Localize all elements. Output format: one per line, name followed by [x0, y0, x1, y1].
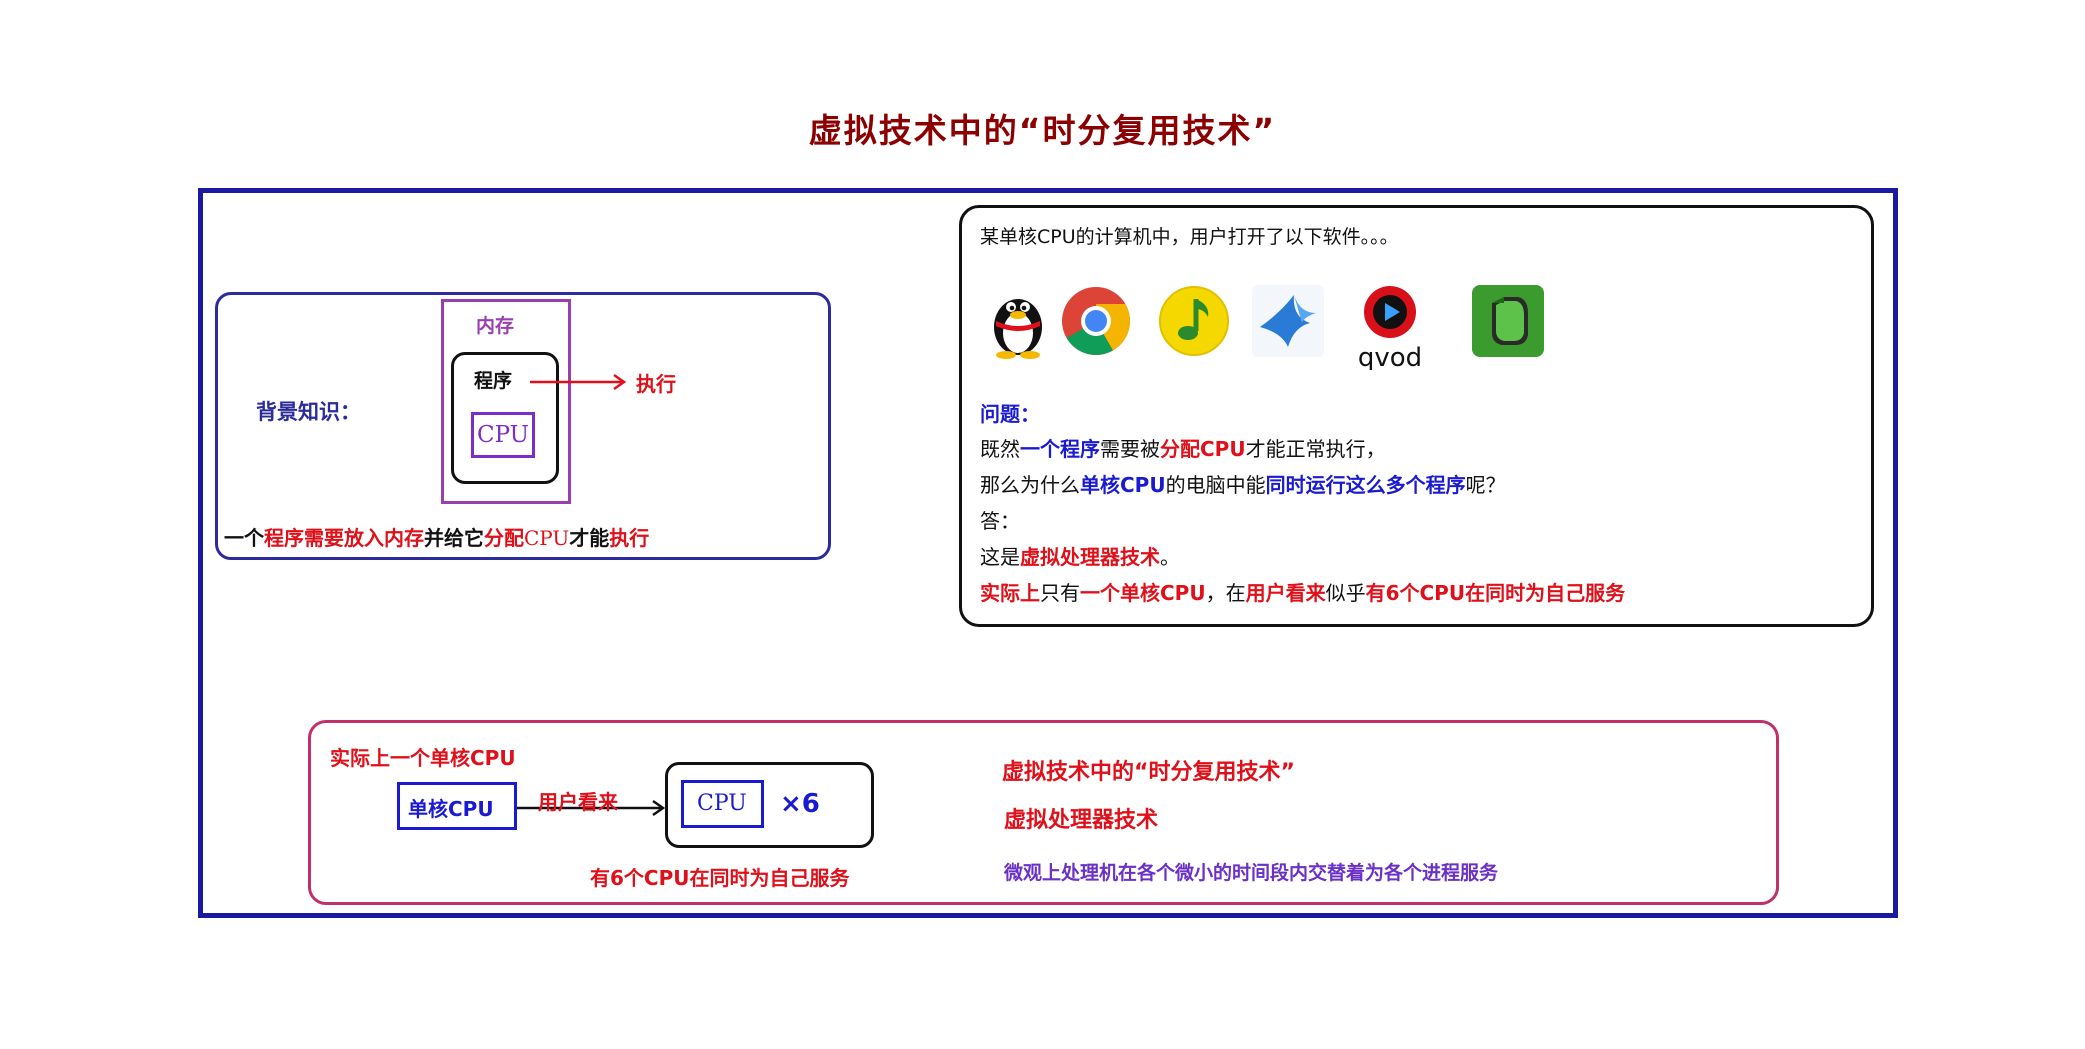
memory-label: 内存 [476, 315, 515, 337]
line-part: 虚拟处理器技术 [1020, 545, 1160, 569]
line-part: 实际上 [980, 581, 1040, 605]
line-part: 单核CPU [1080, 473, 1166, 497]
qq-music-icon [1159, 286, 1229, 356]
cpu-label: CPU [476, 422, 530, 448]
line-part: 似乎 [1325, 581, 1366, 605]
background-label: 背景知识： [256, 400, 361, 424]
caption-part: 程序需要放入内存 [264, 526, 424, 550]
answer-line-2: 实际上只有一个单核CPU，在用户看来似乎有6个CPU在同时为自己服务 [980, 577, 1625, 606]
qvod-icon: qvod [1358, 286, 1422, 370]
caption-part: CPU [524, 526, 570, 550]
line-part: 有6个CPU在同时为自己服务 [1365, 581, 1626, 605]
question-intro: 某单核CPU的计算机中，用户打开了以下软件。。。 [980, 226, 1399, 248]
line-part: 需要被 [1100, 437, 1160, 461]
line-part: 那么为什么 [980, 473, 1080, 497]
line-part: 一个单核CPU [1080, 581, 1206, 605]
question-label: 问题： [980, 402, 1040, 426]
caption-part: 才能 [569, 526, 610, 550]
caption-part: 分配 [484, 526, 524, 550]
line-part: 只有 [1040, 581, 1080, 605]
bottom-description: 微观上处理机在各个微小的时间段内交替着为各个进程服务 [1004, 862, 1499, 884]
line-part: 。 [1160, 545, 1180, 569]
question-line-2: 那么为什么单核CPU的电脑中能同时运行这么多个程序呢？ [980, 469, 1506, 498]
line-part: 才能正常执行， [1245, 437, 1386, 461]
program-label: 程序 [474, 370, 513, 392]
evernote-icon [1472, 285, 1544, 357]
caption-part: 一个 [224, 526, 264, 550]
execute-label: 执行 [636, 372, 676, 396]
question-line-1: 既然一个程序需要被分配CPU才能正常执行， [980, 433, 1386, 462]
qq-penguin-icon [994, 299, 1042, 359]
page-title: 虚拟技术中的“时分复用技术” [808, 111, 1277, 150]
execute-arrow-icon [530, 373, 627, 391]
chrome-icon [1062, 287, 1130, 355]
actual-single-core-label: 实际上一个单核CPU [330, 746, 516, 770]
answer-line-1: 这是虚拟处理器技术。 [980, 541, 1180, 570]
xunlei-bird-icon [1252, 285, 1324, 357]
bottom-heading-2: 虚拟处理器技术 [1004, 808, 1159, 833]
line-part: ，在 [1205, 581, 1246, 605]
background-caption: 一个程序需要放入内存并给它分配CPU才能执行 [224, 522, 649, 551]
times-six-label: ×6 [780, 789, 820, 819]
line-part: 分配CPU [1160, 437, 1246, 461]
caption-part: 执行 [609, 526, 650, 550]
line-part: 既然 [980, 437, 1020, 461]
single-core-label: 单核CPU [408, 797, 494, 821]
line-part: 一个程序 [1020, 437, 1100, 461]
user-view-label: 用户看来 [538, 790, 618, 814]
line-part: 这是 [980, 545, 1020, 569]
line-part: 同时运行这么多个程序 [1265, 473, 1466, 497]
cpu-label: CPU [697, 791, 747, 816]
qvod-text: qvod [1358, 343, 1422, 370]
line-part: 用户看来 [1245, 581, 1326, 605]
caption-part: 并给它 [424, 526, 484, 550]
bottom-heading-1: 虚拟技术中的“时分复用技术” [1002, 760, 1295, 785]
line-part: 呢？ [1465, 473, 1506, 497]
six-cpu-label: 有6个CPU在同时为自己服务 [590, 866, 850, 890]
cpu-box-purple: CPU [471, 412, 535, 458]
answer-label: 答： [980, 509, 1020, 533]
line-part: 的电脑中能 [1165, 473, 1266, 497]
